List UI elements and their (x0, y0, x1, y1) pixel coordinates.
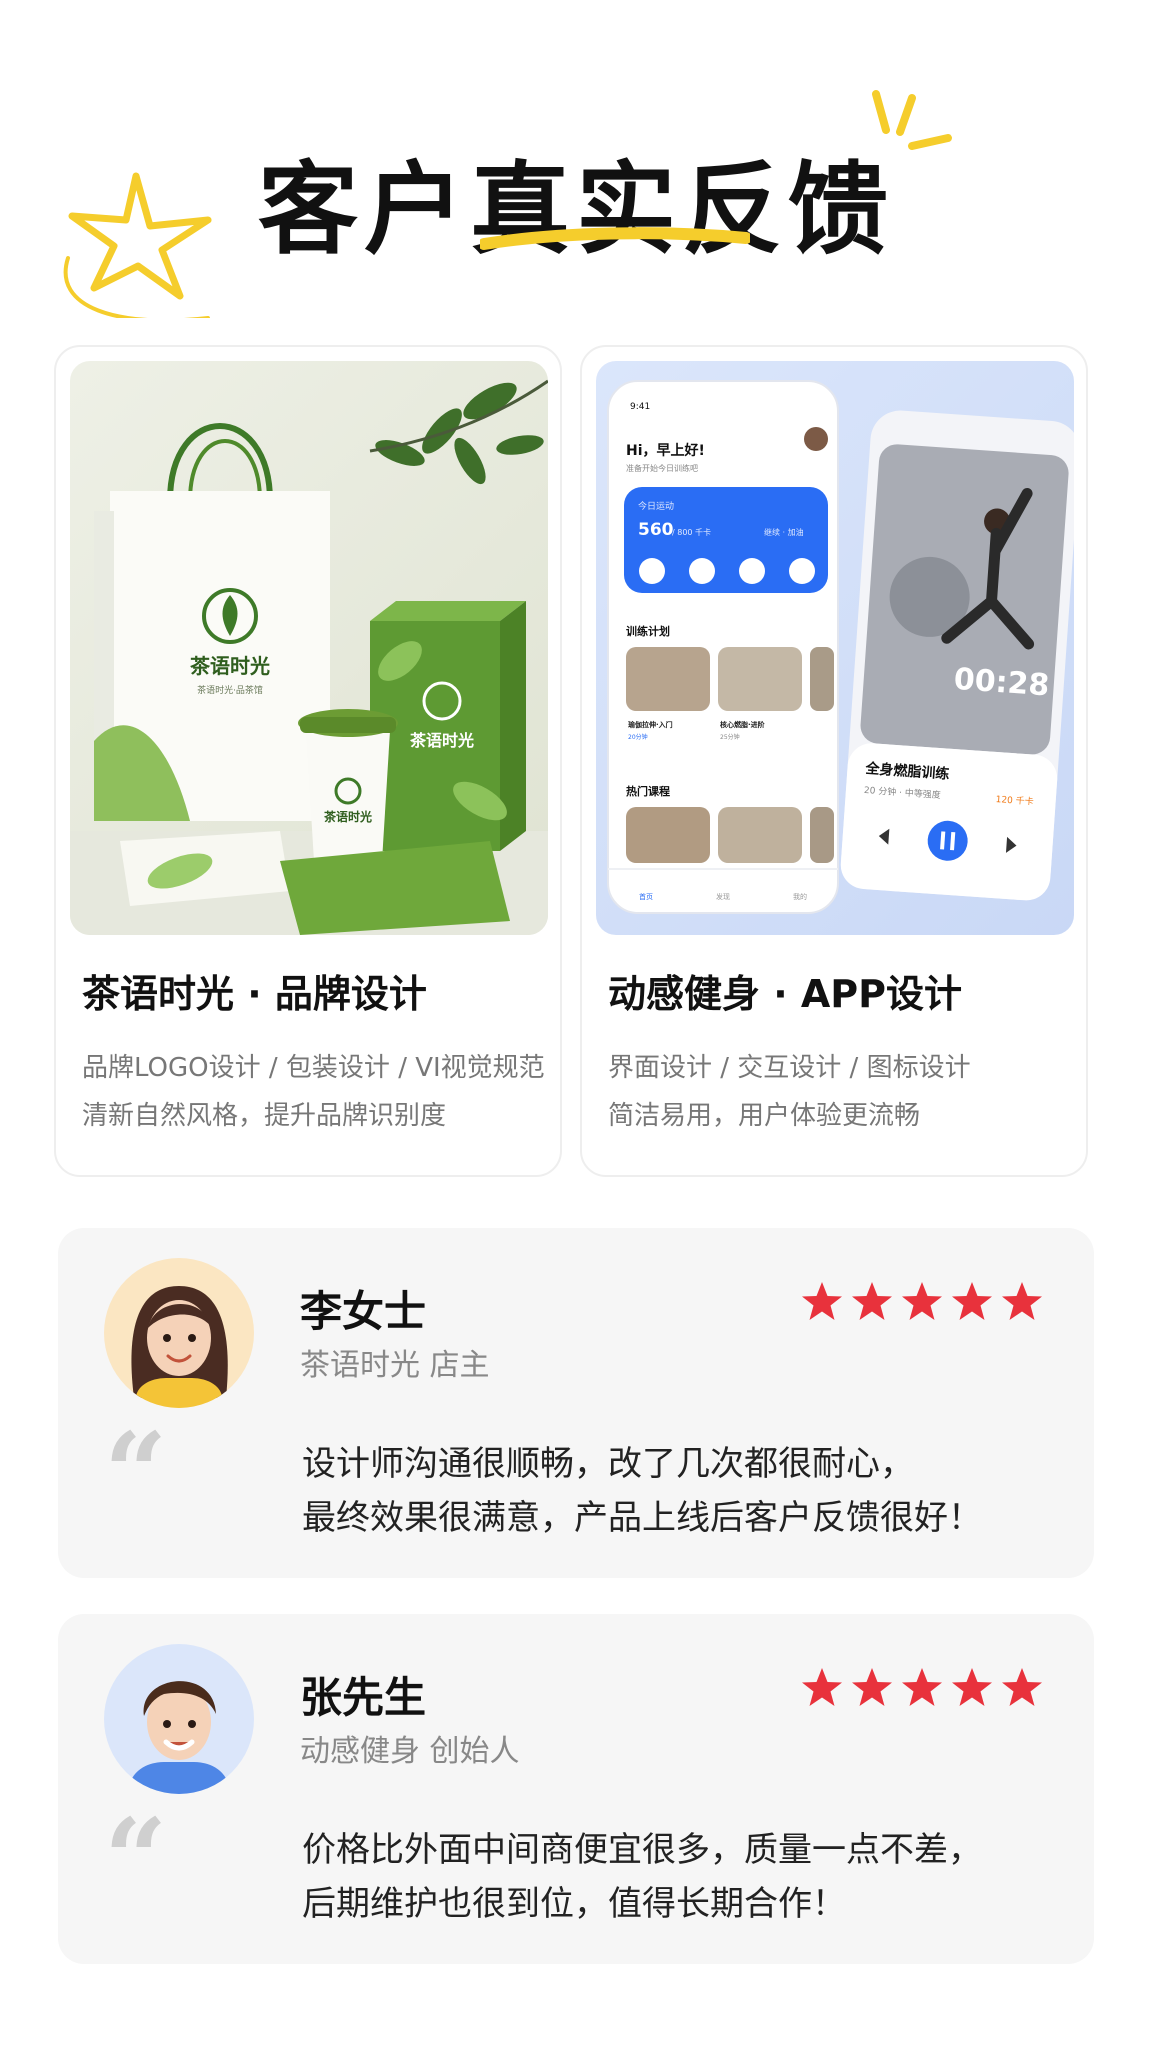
review-text-line1: 设计师沟通很顺畅，改了几次都很耐心， (302, 1444, 914, 1484)
project-desc-line2: 清新自然风格，提升品牌识别度 (82, 1101, 447, 1131)
star-icon (852, 1668, 892, 1706)
star-icon (1002, 1282, 1042, 1320)
star-icon (802, 1282, 842, 1320)
review-text-line1: 价格比外面中间商便宜很多，质量一点不差， (302, 1830, 982, 1870)
fitness-app-mockup-image: 00:28 全身燃脂训练 20 分钟 · 中等强度 120 千卡 9:41 Hi… (596, 361, 1074, 935)
man-avatar (104, 1644, 254, 1794)
star-icon (802, 1668, 842, 1706)
quote-icon: “ (104, 1408, 168, 1537)
star-icon (902, 1668, 942, 1706)
title-underline (478, 226, 752, 254)
nav-home: 首页 (639, 892, 653, 901)
reviewer-role: 动感健身 创始人 (300, 1734, 520, 1769)
nav-profile: 我的 (793, 892, 807, 901)
bag-brand-sub: 茶语时光·品茶馆 (197, 684, 263, 696)
app-greeting-sub: 准备开始今日训练吧 (626, 463, 698, 473)
project-desc-line1: 界面设计 / 交互设计 / 图标设计 (608, 1053, 971, 1083)
review-card: 李女士 茶语时光 店主 “ 设计师沟通很顺畅，改了几次都很耐心， 最终效果很满意… (58, 1228, 1094, 1578)
woman-avatar (104, 1258, 254, 1408)
workout-timer: 00:28 (953, 662, 1051, 704)
app-greeting: Hi，早上好! (626, 442, 705, 459)
reviewer-name: 李女士 (300, 1287, 427, 1336)
quote-icon: “ (104, 1794, 168, 1923)
cup-brand-text: 茶语时光 (323, 809, 372, 824)
star-icon (952, 1282, 992, 1320)
hot-title: 热门课程 (626, 784, 670, 798)
review-text-line2: 后期维护也很到位，值得长期合作！ (302, 1884, 846, 1924)
review-text-line2: 最终效果很满意，产品上线后客户反馈很好！ (302, 1498, 982, 1538)
nav-discover: 发现 (716, 892, 730, 901)
plan-title: 训练计划 (626, 624, 670, 638)
star-icon (852, 1282, 892, 1320)
reviewer-role: 茶语时光 店主 (300, 1348, 490, 1383)
today-label: 今日运动 (638, 500, 674, 512)
today-progress: 继续 · 加油 (764, 527, 804, 537)
status-time: 9:41 (630, 402, 650, 412)
project-title: 茶语时光 · 品牌设计 (82, 972, 427, 1016)
reviewer-name: 张先生 (300, 1673, 427, 1722)
plan-item-2: 核心燃脂·进阶 (720, 720, 766, 729)
star-icon (952, 1668, 992, 1706)
plan-meta-2: 25分钟 (720, 733, 740, 741)
project-desc-line1: 品牌LOGO设计 / 包装设计 / VI视觉规范 (82, 1053, 545, 1083)
box-brand-text: 茶语时光 (409, 731, 474, 750)
project-desc-line2: 简洁易用，用户体验更流畅 (608, 1101, 921, 1131)
tea-brand-mockup-image: 茶语时光 茶语时光·品茶馆 茶语时光 茶语时光 (70, 361, 548, 935)
rating-stars (800, 1280, 1044, 1324)
bag-brand-text: 茶语时光 (190, 654, 270, 678)
project-card-fitness-app[interactable]: 00:28 全身燃脂训练 20 分钟 · 中等强度 120 千卡 9:41 Hi… (580, 345, 1088, 1177)
star-icon (1002, 1668, 1042, 1706)
plan-meta-1: 20分钟 (628, 733, 648, 741)
rating-stars (800, 1666, 1044, 1710)
project-title: 动感健身 · APP设计 (608, 972, 963, 1016)
plan-item-1: 瑜伽拉伸·入门 (628, 720, 673, 729)
today-value: 560 (638, 520, 674, 540)
today-unit: / 800 千卡 (672, 527, 711, 537)
star-icon (902, 1282, 942, 1320)
project-card-tea-brand[interactable]: 茶语时光 茶语时光·品茶馆 茶语时光 茶语时光 茶语时光 · 品牌设计 品牌LO… (54, 345, 562, 1177)
review-card: 张先生 动感健身 创始人 “ 价格比外面中间商便宜很多，质量一点不差， 后期维护… (58, 1614, 1094, 1964)
